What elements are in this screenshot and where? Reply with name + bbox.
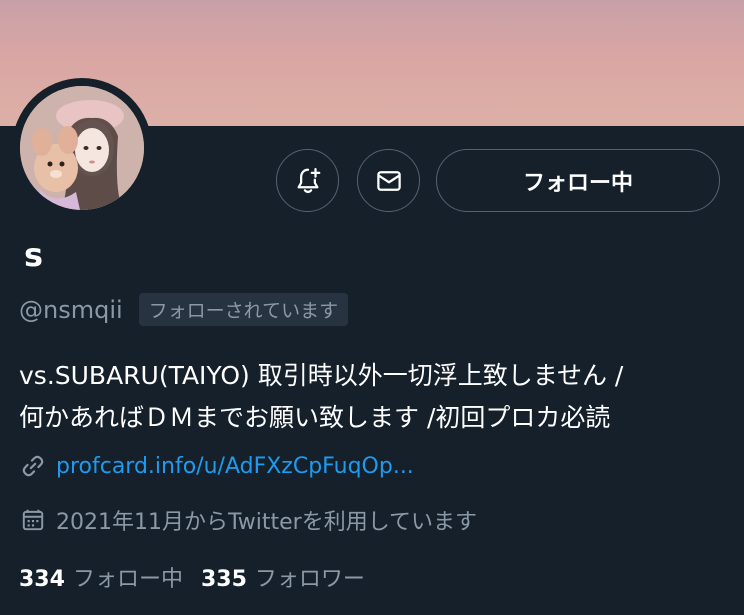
profile-page: フォロー中 s @nsmqii フォローされています vs.SUBARU(TAI… [0, 0, 744, 615]
following-button[interactable]: フォロー中 [436, 149, 720, 212]
profile-link-row: profcard.info/u/AdFXzCpFuqOp... [20, 453, 414, 479]
handle-row: @nsmqii フォローされています [19, 293, 349, 326]
following-count: 334 [19, 567, 65, 592]
handle: @nsmqii [19, 295, 123, 324]
bio: vs.SUBARU(TAIYO) 取引時以外一切浮上致しません / 何かあればＤ… [19, 355, 719, 439]
bio-line-1: vs.SUBARU(TAIYO) 取引時以外一切浮上致しません / [19, 361, 624, 390]
display-name: s [24, 236, 44, 274]
notify-button[interactable] [276, 149, 339, 212]
followers-stat[interactable]: 335 フォロワー [201, 561, 383, 593]
message-button[interactable] [357, 149, 420, 212]
follow-stats: 334 フォロー中 335 フォロワー [19, 561, 383, 593]
profile-link[interactable]: profcard.info/u/AdFXzCpFuqOp... [56, 454, 414, 479]
following-stat[interactable]: 334 フォロー中 [19, 561, 201, 593]
link-icon [22, 455, 44, 477]
joined-date: 2021年11月からTwitterを利用しています [56, 510, 478, 535]
bio-line-2: 何かあればＤＭまでお願い致します /初回プロカ必読 [19, 403, 611, 432]
follows-you-badge: フォローされています [138, 293, 349, 326]
followers-count: 335 [200, 567, 247, 592]
avatar-image [20, 86, 144, 210]
following-label: フォロー中 [72, 567, 183, 592]
envelope-icon [376, 170, 401, 191]
calendar-icon [22, 509, 44, 531]
bell-plus-icon [297, 167, 320, 193]
avatar[interactable] [20, 86, 144, 210]
joined-row: 2021年11月からTwitterを利用しています [20, 504, 477, 536]
followers-label: フォロワー [254, 567, 365, 592]
